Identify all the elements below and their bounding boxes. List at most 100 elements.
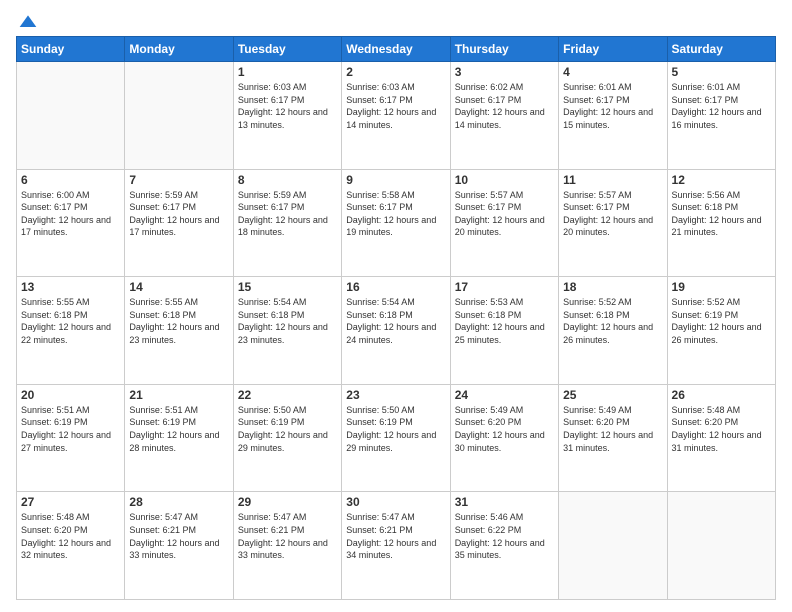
day-info: Sunrise: 5:51 AMSunset: 6:19 PMDaylight:… [129,404,228,454]
day-info: Sunrise: 5:47 AMSunset: 6:21 PMDaylight:… [346,511,445,561]
day-info: Sunrise: 5:47 AMSunset: 6:21 PMDaylight:… [238,511,337,561]
day-number: 15 [238,280,337,294]
day-number: 27 [21,495,120,509]
weekday-header-wednesday: Wednesday [342,37,450,62]
day-number: 22 [238,388,337,402]
day-number: 20 [21,388,120,402]
logo [16,12,38,28]
calendar-cell: 3 Sunrise: 6:02 AMSunset: 6:17 PMDaylight… [450,62,558,170]
calendar-cell: 8 Sunrise: 5:59 AMSunset: 6:17 PMDaylight… [233,169,341,277]
calendar-cell [559,492,667,600]
day-info: Sunrise: 5:59 AMSunset: 6:17 PMDaylight:… [129,189,228,239]
calendar-cell: 21 Sunrise: 5:51 AMSunset: 6:19 PMDayligh… [125,384,233,492]
calendar-cell: 12 Sunrise: 5:56 AMSunset: 6:18 PMDayligh… [667,169,775,277]
logo-icon [18,12,38,32]
weekday-header-saturday: Saturday [667,37,775,62]
calendar-cell: 15 Sunrise: 5:54 AMSunset: 6:18 PMDayligh… [233,277,341,385]
calendar-cell: 11Sunrise: 5:57 AMSunset: 6:17 PMDayligh… [559,169,667,277]
calendar-cell: 13 Sunrise: 5:55 AMSunset: 6:18 PMDayligh… [17,277,125,385]
header [16,12,776,28]
calendar-cell: 10Sunrise: 5:57 AMSunset: 6:17 PMDayligh… [450,169,558,277]
day-number: 3 [455,65,554,79]
day-info: Sunrise: 5:57 AMSunset: 6:17 PMDaylight:… [455,189,554,239]
weekday-header-row: SundayMondayTuesdayWednesdayThursdayFrid… [17,37,776,62]
calendar-cell: 18 Sunrise: 5:52 AMSunset: 6:18 PMDayligh… [559,277,667,385]
week-row-4: 20 Sunrise: 5:51 AMSunset: 6:19 PMDayligh… [17,384,776,492]
calendar-cell [17,62,125,170]
day-info: Sunrise: 5:58 AMSunset: 6:17 PMDaylight:… [346,189,445,239]
day-number: 23 [346,388,445,402]
day-number: 25 [563,388,662,402]
day-info: Sunrise: 5:54 AMSunset: 6:18 PMDaylight:… [238,296,337,346]
day-info: Sunrise: 5:53 AMSunset: 6:18 PMDaylight:… [455,296,554,346]
day-number: 29 [238,495,337,509]
weekday-header-friday: Friday [559,37,667,62]
calendar-cell: 22Sunrise: 5:50 AMSunset: 6:19 PMDayligh… [233,384,341,492]
day-number: 4 [563,65,662,79]
weekday-header-sunday: Sunday [17,37,125,62]
calendar-cell: 16 Sunrise: 5:54 AMSunset: 6:18 PMDayligh… [342,277,450,385]
day-number: 7 [129,173,228,187]
day-info: Sunrise: 5:54 AMSunset: 6:18 PMDaylight:… [346,296,445,346]
day-number: 2 [346,65,445,79]
day-info: Sunrise: 5:47 AMSunset: 6:21 PMDaylight:… [129,511,228,561]
day-number: 11 [563,173,662,187]
calendar-cell: 17 Sunrise: 5:53 AMSunset: 6:18 PMDayligh… [450,277,558,385]
day-number: 16 [346,280,445,294]
day-number: 28 [129,495,228,509]
calendar: SundayMondayTuesdayWednesdayThursdayFrid… [16,36,776,600]
calendar-cell: 14Sunrise: 5:55 AMSunset: 6:18 PMDayligh… [125,277,233,385]
day-number: 18 [563,280,662,294]
calendar-cell: 28 Sunrise: 5:47 AMSunset: 6:21 PMDayligh… [125,492,233,600]
calendar-cell: 29 Sunrise: 5:47 AMSunset: 6:21 PMDayligh… [233,492,341,600]
calendar-cell: 31 Sunrise: 5:46 AMSunset: 6:22 PMDayligh… [450,492,558,600]
calendar-cell: 1 Sunrise: 6:03 AMSunset: 6:17 PMDaylight… [233,62,341,170]
calendar-cell: 6 Sunrise: 6:00 AMSunset: 6:17 PMDaylight… [17,169,125,277]
calendar-cell [667,492,775,600]
page: SundayMondayTuesdayWednesdayThursdayFrid… [0,0,792,612]
day-number: 9 [346,173,445,187]
weekday-header-thursday: Thursday [450,37,558,62]
day-number: 13 [21,280,120,294]
day-info: Sunrise: 5:52 AMSunset: 6:18 PMDaylight:… [563,296,662,346]
calendar-cell: 23 Sunrise: 5:50 AMSunset: 6:19 PMDayligh… [342,384,450,492]
calendar-cell: 7 Sunrise: 5:59 AMSunset: 6:17 PMDaylight… [125,169,233,277]
calendar-cell: 30 Sunrise: 5:47 AMSunset: 6:21 PMDayligh… [342,492,450,600]
day-number: 30 [346,495,445,509]
day-number: 31 [455,495,554,509]
day-info: Sunrise: 6:02 AMSunset: 6:17 PMDaylight:… [455,81,554,131]
calendar-cell: 20 Sunrise: 5:51 AMSunset: 6:19 PMDayligh… [17,384,125,492]
day-number: 24 [455,388,554,402]
calendar-cell: 9 Sunrise: 5:58 AMSunset: 6:17 PMDaylight… [342,169,450,277]
day-number: 17 [455,280,554,294]
week-row-5: 27 Sunrise: 5:48 AMSunset: 6:20 PMDayligh… [17,492,776,600]
week-row-2: 6 Sunrise: 6:00 AMSunset: 6:17 PMDaylight… [17,169,776,277]
calendar-cell: 27 Sunrise: 5:48 AMSunset: 6:20 PMDayligh… [17,492,125,600]
day-info: Sunrise: 5:59 AMSunset: 6:17 PMDaylight:… [238,189,337,239]
day-info: Sunrise: 6:03 AMSunset: 6:17 PMDaylight:… [238,81,337,131]
calendar-cell: 26 Sunrise: 5:48 AMSunset: 6:20 PMDayligh… [667,384,775,492]
calendar-cell: 5Sunrise: 6:01 AMSunset: 6:17 PMDaylight… [667,62,775,170]
day-number: 6 [21,173,120,187]
day-info: Sunrise: 5:48 AMSunset: 6:20 PMDaylight:… [21,511,120,561]
calendar-cell: 19Sunrise: 5:52 AMSunset: 6:19 PMDayligh… [667,277,775,385]
day-number: 8 [238,173,337,187]
day-info: Sunrise: 6:03 AMSunset: 6:17 PMDaylight:… [346,81,445,131]
day-number: 26 [672,388,771,402]
day-info: Sunrise: 5:55 AMSunset: 6:18 PMDaylight:… [21,296,120,346]
day-info: Sunrise: 5:50 AMSunset: 6:19 PMDaylight:… [346,404,445,454]
day-number: 12 [672,173,771,187]
day-number: 1 [238,65,337,79]
day-number: 21 [129,388,228,402]
day-info: Sunrise: 6:00 AMSunset: 6:17 PMDaylight:… [21,189,120,239]
calendar-cell: 24Sunrise: 5:49 AMSunset: 6:20 PMDayligh… [450,384,558,492]
day-info: Sunrise: 5:48 AMSunset: 6:20 PMDaylight:… [672,404,771,454]
day-info: Sunrise: 5:46 AMSunset: 6:22 PMDaylight:… [455,511,554,561]
calendar-cell: 2 Sunrise: 6:03 AMSunset: 6:17 PMDaylight… [342,62,450,170]
weekday-header-tuesday: Tuesday [233,37,341,62]
day-number: 5 [672,65,771,79]
day-number: 19 [672,280,771,294]
day-info: Sunrise: 6:01 AMSunset: 6:17 PMDaylight:… [563,81,662,131]
day-info: Sunrise: 5:56 AMSunset: 6:18 PMDaylight:… [672,189,771,239]
day-info: Sunrise: 5:51 AMSunset: 6:19 PMDaylight:… [21,404,120,454]
